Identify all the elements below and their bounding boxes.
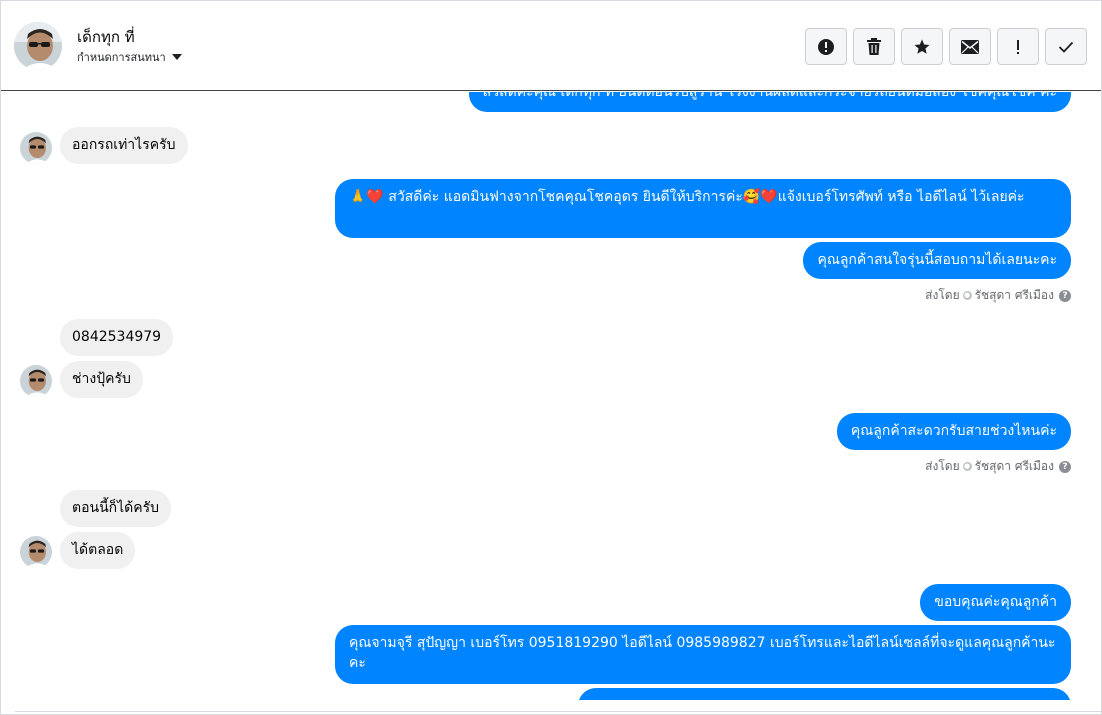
delete-button[interactable] [853,28,895,65]
checkmark-icon [1058,41,1074,53]
contact-avatar-small [20,536,52,568]
alert-circle-icon [818,38,834,55]
message-outgoing: คุณจามจุรี สุปัญญา เบอร์โทร 0951819290 ไ… [335,625,1071,684]
sent-by-text: ส่งโดย [925,459,960,473]
agent-badge-icon: ● [962,291,972,300]
sent-by-label: ส่งโดย ● รัชสุดา ศรีเมือง ? [925,286,1071,305]
star-icon [914,39,930,54]
message-incoming: ช่างปุ้ครับ [60,361,143,398]
help-icon[interactable]: ? [1059,460,1071,473]
contact-avatar-small [20,132,52,164]
message-incoming: ตอนนี้ก็ได้ครับ [60,490,172,527]
contact-avatar-small [20,365,52,397]
caret-down-icon [171,54,182,60]
message-outgoing: ขอบคุณค่ะคุณลูกค้า [920,584,1071,621]
conversation-window: เด็กทุก ที่ กำหนดการสนทนา สวัสดีค่ะคุณ เ… [0,0,1102,715]
assign-label: กำหนดการสนทนา [77,51,166,64]
help-icon[interactable]: ? [1059,289,1071,302]
message-outgoing: คุณลูกค้าสนใจรุ่นนี้สอบถามได้เลยนะคะ [803,242,1071,279]
composer-divider [15,711,1101,712]
report-button[interactable] [805,28,847,65]
message-outgoing: คุณลูกค้าสะดวกรับสายช่วงไหนค่ะ [836,413,1071,450]
conversation-header: เด็กทุก ที่ กำหนดการสนทนา [1,1,1101,91]
assign-conversation-dropdown[interactable]: กำหนดการสนทนา [77,48,182,66]
star-button[interactable] [901,28,943,65]
message-incoming: 0842534979 [60,319,174,356]
mark-unread-button[interactable] [949,28,991,65]
contact-name: เด็กทุก ที่ [77,28,135,46]
contact-avatar[interactable] [14,22,62,70]
exclamation-icon [1017,39,1019,54]
spam-button[interactable] [997,28,1039,65]
sent-by-text: ส่งโดย [925,288,960,302]
sent-by-label: ส่งโดย ● รัชสุดา ศรีเมือง ? [925,457,1071,476]
message-thread[interactable]: สวัสดีค่ะคุณ เด็กทุก ที่ ยินดีต้อนรับสู่… [1,92,1101,700]
message-outgoing: สวัสดีค่ะคุณ เด็กทุก ที่ ยินดีต้อนรับสู่… [468,92,1071,112]
message-incoming: ได้ตลอด [60,532,136,569]
message-outgoing [578,688,1071,700]
done-button[interactable] [1045,28,1087,65]
sent-by-agent[interactable]: รัชสุดา ศรีเมือง [975,457,1054,476]
trash-icon [867,37,881,55]
agent-badge-icon: ● [962,462,972,471]
envelope-icon [961,39,979,54]
message-incoming: ออกรถเท่าไรครับ [60,127,188,164]
sent-by-agent[interactable]: รัชสุดา ศรีเมือง [975,286,1054,305]
message-outgoing: 🙏❤️ สวัสดีค่ะ แอดมินฟางจากโชคคุณโชคอุดร … [335,179,1071,238]
